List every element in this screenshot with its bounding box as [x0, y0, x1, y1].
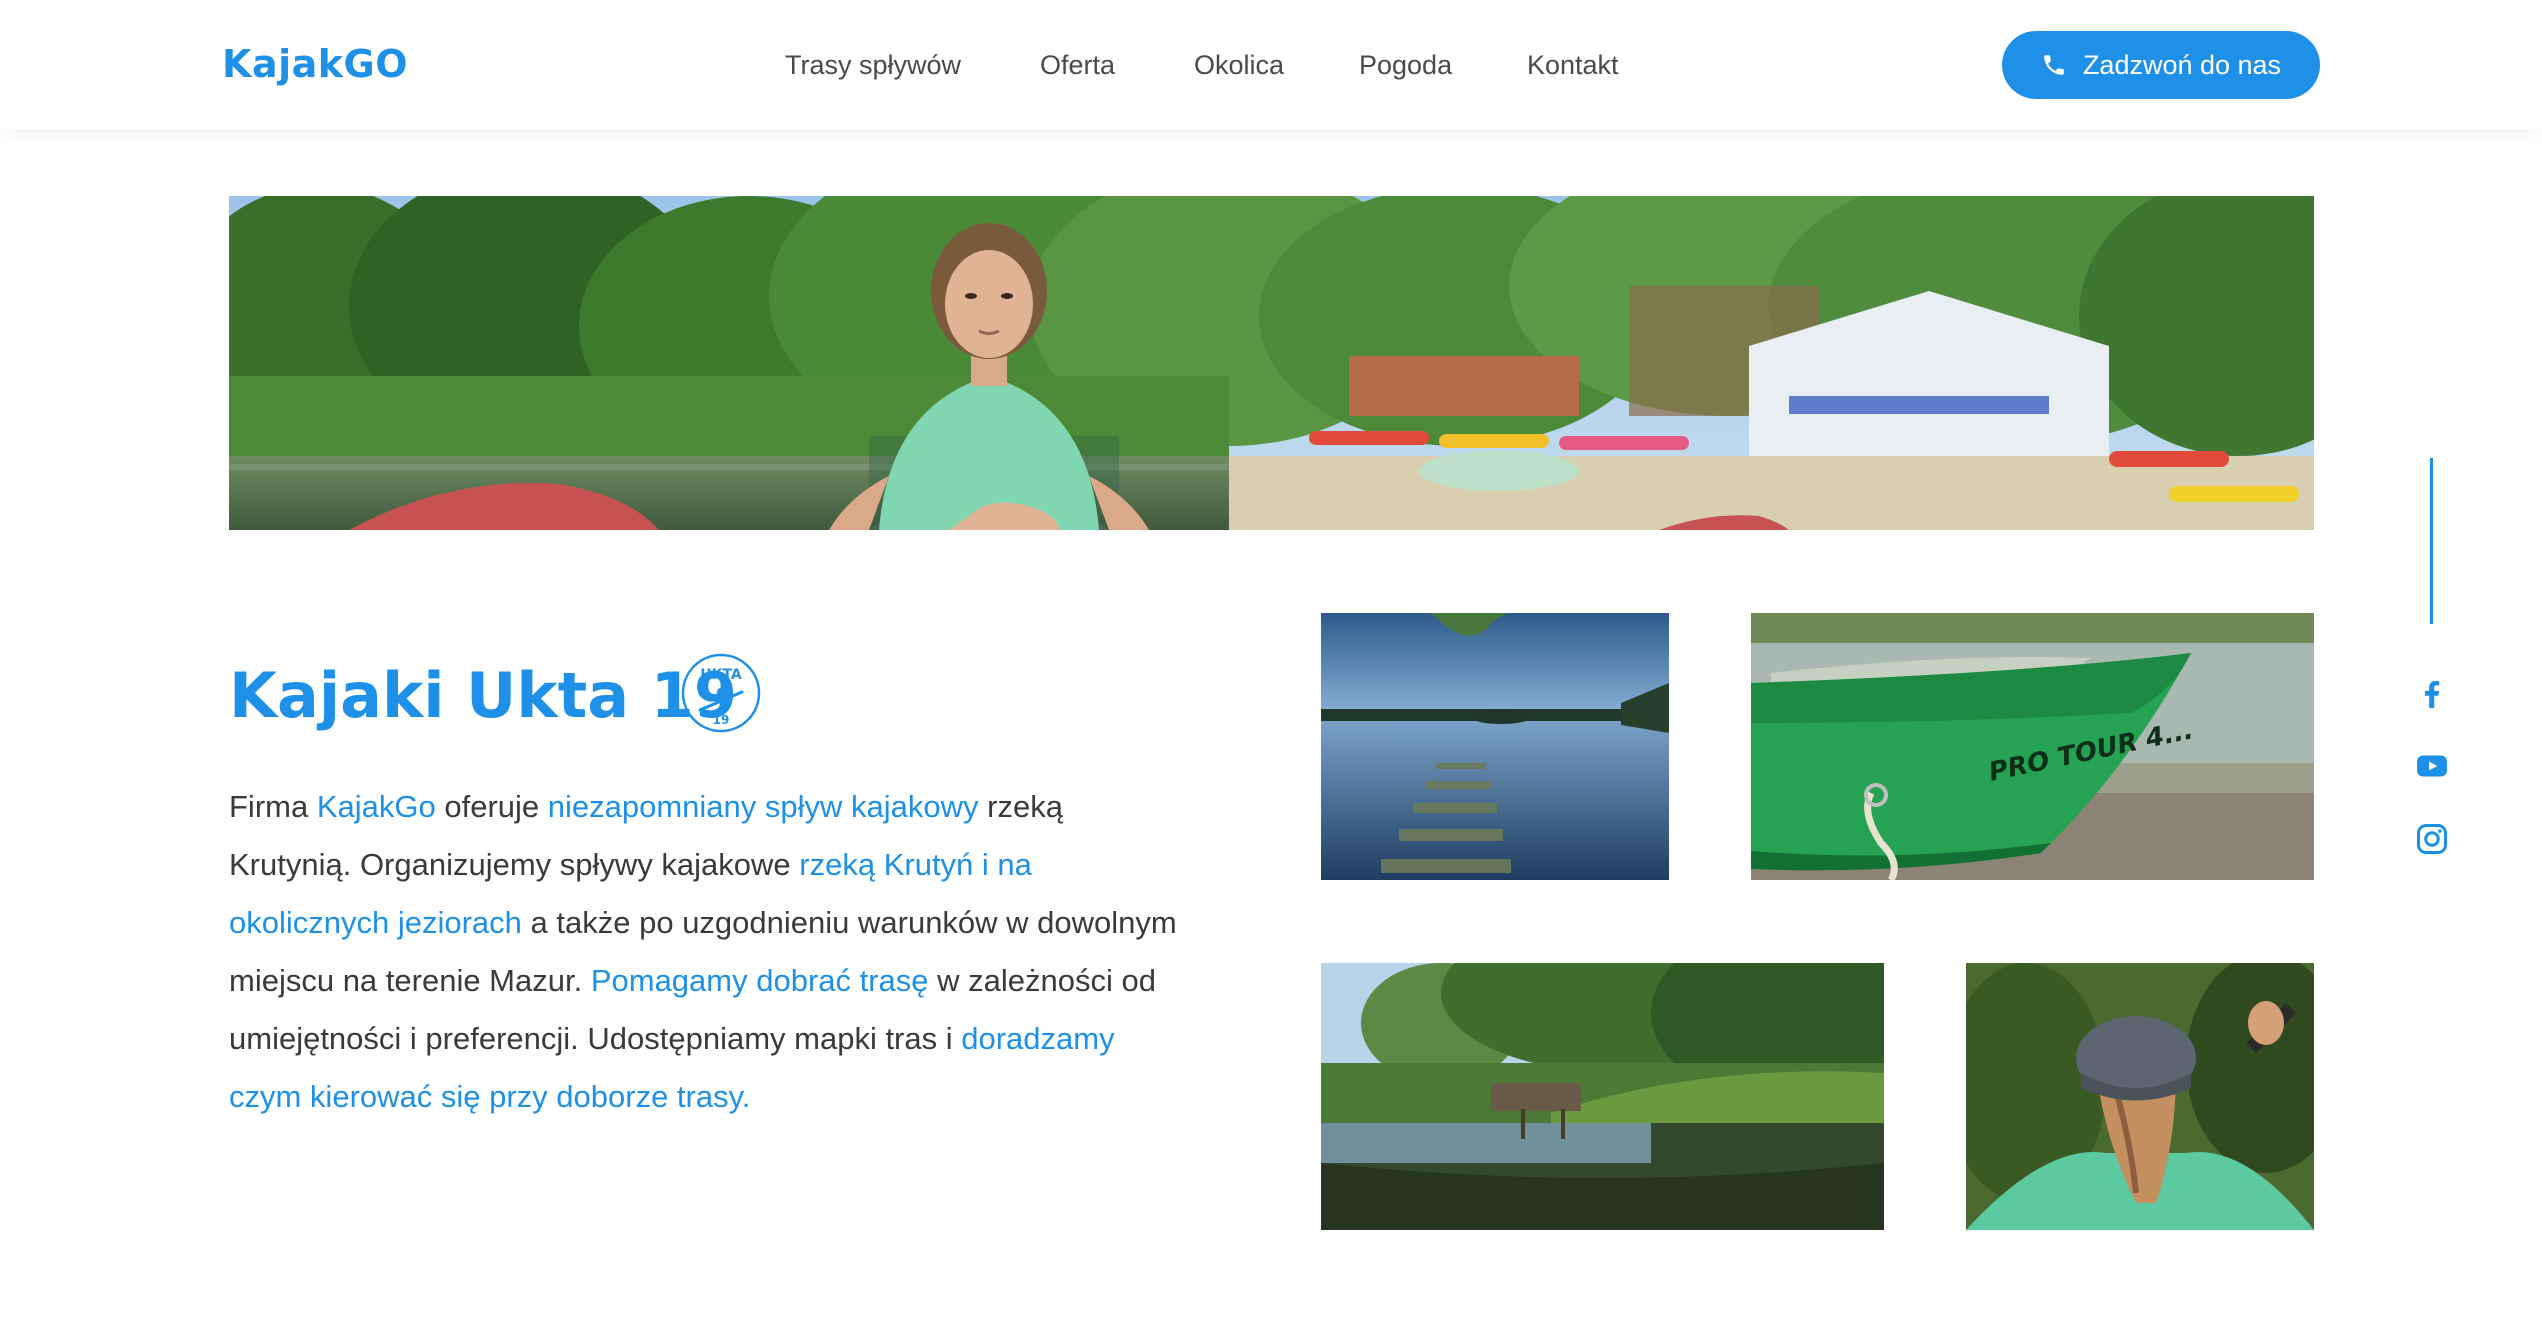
hero-image — [229, 196, 2314, 530]
site-header: KajakGO Trasy spływów Oferta Okolica Pog… — [0, 0, 2542, 129]
gallery-photo-river-reeds[interactable] — [1321, 963, 1884, 1230]
youtube-icon[interactable] — [2414, 748, 2450, 784]
social-rail-line — [2430, 458, 2433, 624]
phone-icon — [2044, 55, 2064, 75]
call-us-button[interactable]: Zadzwoń do nas — [2002, 31, 2320, 99]
nav-item-trasy-splywow[interactable]: Trasy spływów — [785, 47, 961, 83]
ukta-badge: UKTA 19 — [680, 652, 762, 734]
site-logo[interactable]: KajakGO — [222, 40, 408, 88]
gallery-photo-woman-paddling[interactable] — [1966, 963, 2314, 1230]
page-title: Kajaki Ukta 19 — [229, 659, 737, 732]
nav-item-pogoda[interactable]: Pogoda — [1359, 47, 1452, 83]
paragraph-text: Firma — [229, 789, 317, 824]
gallery-photo-lake-pier[interactable] — [1321, 613, 1669, 880]
badge-bottom-text: 19 — [713, 713, 730, 727]
paragraph-link-kajakgo[interactable]: KajakGo — [317, 789, 436, 824]
badge-top-text: UKTA — [700, 667, 742, 683]
nav-item-okolica[interactable]: Okolica — [1194, 47, 1284, 83]
intro-paragraph: Firma KajakGo oferuje niezapomniany spły… — [229, 778, 1189, 1126]
nav-item-kontakt[interactable]: Kontakt — [1527, 47, 1619, 83]
nav-item-oferta[interactable]: Oferta — [1040, 47, 1115, 83]
gallery-photo-green-kayak[interactable]: PRO TOUR 4... — [1751, 613, 2314, 880]
paragraph-link-splyw[interactable]: niezapomniany spływ kajakowy — [548, 789, 979, 824]
paragraph-text: oferuje — [435, 789, 548, 824]
paragraph-link-trasa[interactable]: Pomagamy dobrać trasę — [591, 963, 929, 998]
facebook-icon[interactable] — [2414, 675, 2450, 711]
call-us-label: Zadzwoń do nas — [2082, 49, 2282, 80]
instagram-icon[interactable] — [2414, 821, 2450, 857]
